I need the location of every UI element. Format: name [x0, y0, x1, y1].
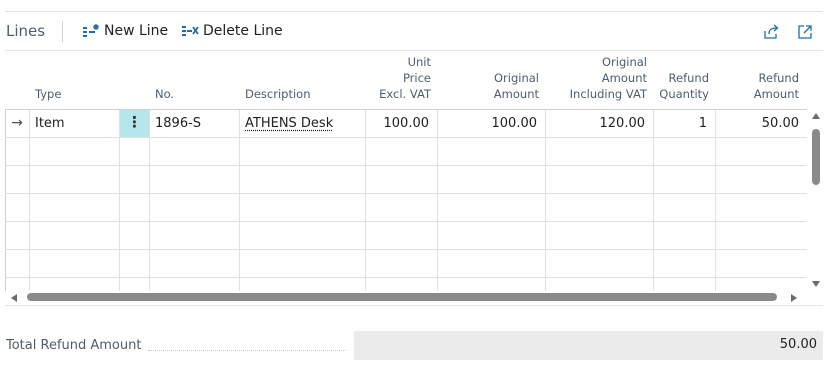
horizontal-scroll-thumb[interactable]	[27, 293, 777, 301]
cell-original-amount-incl-vat[interactable]: 120.00	[546, 110, 653, 137]
empty-row[interactable]	[5, 165, 807, 193]
current-row-arrow-icon: →	[11, 115, 23, 131]
description-link[interactable]: ATHENS Desk	[245, 116, 333, 131]
top-divider	[5, 11, 822, 12]
total-refund-label: Total Refund Amount	[6, 338, 142, 353]
scroll-up-icon[interactable]	[812, 113, 820, 119]
empty-row[interactable]	[5, 249, 807, 277]
vertical-scrollbar[interactable]	[809, 109, 823, 291]
new-line-icon	[83, 24, 99, 37]
column-header-description[interactable]: Description	[240, 51, 366, 109]
cell-no[interactable]: 1896-S	[150, 110, 239, 137]
column-header-type[interactable]: Type	[30, 51, 120, 109]
column-header-original-amount-incl-vat[interactable]: Original Amount Including VAT	[546, 51, 654, 109]
delete-line-label: Delete Line	[203, 23, 283, 39]
delete-line-icon	[182, 26, 199, 36]
total-refund-field: 50.00	[354, 331, 823, 360]
table-row[interactable]: → Item ⋮ 1896-S ATHENS Desk 100.00 100.0…	[5, 109, 807, 137]
column-header-original-amount[interactable]: Original Amount	[438, 51, 546, 109]
cell-description[interactable]: ATHENS Desk	[240, 110, 365, 137]
lines-title: Lines	[6, 22, 46, 40]
share-icon[interactable]	[762, 23, 780, 41]
lines-grid: Type No. Description Unit Price Excl. VAT …	[5, 50, 823, 306]
delete-line-button[interactable]: Delete Line	[181, 20, 283, 42]
empty-row[interactable]	[5, 193, 807, 221]
scroll-down-icon[interactable]	[812, 281, 820, 287]
expand-icon[interactable]	[796, 23, 814, 41]
horizontal-scrollbar[interactable]	[5, 291, 807, 305]
scroll-left-icon[interactable]	[11, 294, 17, 302]
empty-row[interactable]	[5, 277, 807, 291]
cell-original-amount[interactable]: 100.00	[438, 110, 545, 137]
empty-row[interactable]	[5, 137, 807, 165]
vertical-scroll-thumb[interactable]	[812, 129, 820, 185]
column-header-refund-quantity[interactable]: Refund Quantity	[654, 51, 716, 109]
row-menu-button[interactable]: ⋮	[120, 110, 149, 137]
lines-header: Lines New Line Delete Line	[0, 14, 835, 50]
total-refund-value: 50.00	[779, 337, 817, 352]
scroll-right-icon[interactable]	[791, 294, 797, 302]
new-line-button[interactable]: New Line	[82, 20, 168, 42]
column-header-refund-amount[interactable]: Refund Amount	[716, 51, 807, 109]
grid-header-row: Type No. Description Unit Price Excl. VAT …	[5, 51, 807, 109]
new-line-label: New Line	[104, 23, 169, 39]
cell-refund-amount[interactable]: 50.00	[716, 110, 807, 137]
header-separator	[62, 21, 63, 42]
label-leader-dots	[148, 350, 346, 351]
column-header-unit-price[interactable]: Unit Price Excl. VAT	[366, 51, 438, 109]
grid-body: Type No. Description Unit Price Excl. VAT …	[5, 51, 807, 302]
cell-refund-quantity[interactable]: 1	[654, 110, 715, 137]
cell-type[interactable]: Item	[30, 110, 119, 137]
empty-row[interactable]	[5, 221, 807, 249]
column-header-no[interactable]: No.	[150, 51, 240, 109]
cell-unit-price[interactable]: 100.00	[366, 110, 437, 137]
